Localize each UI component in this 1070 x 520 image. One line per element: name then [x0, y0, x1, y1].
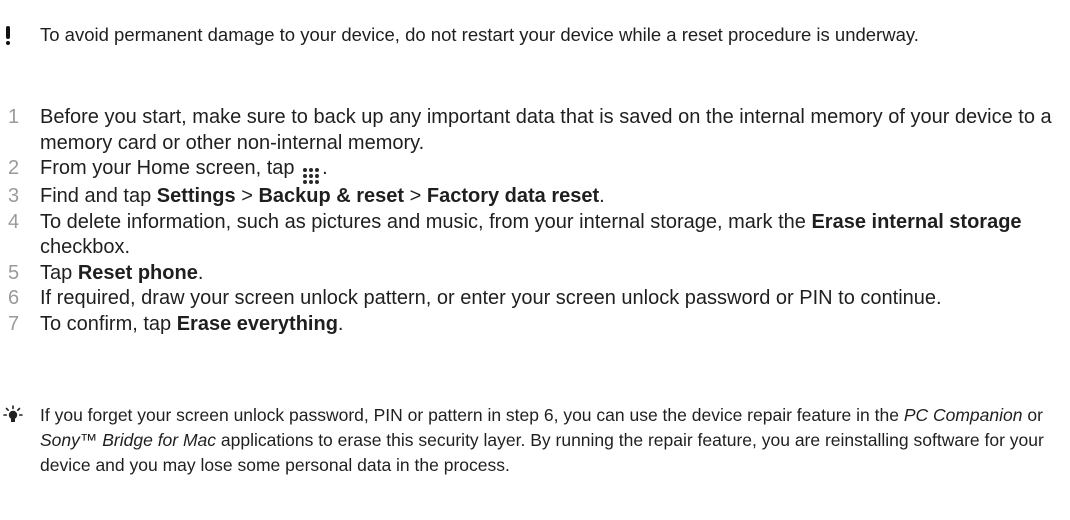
step-text: From your Home screen, tap [40, 157, 301, 179]
step-text: or [1022, 405, 1043, 425]
step-item: 4 To delete information, such as pictures… [0, 210, 1070, 261]
step-text: > [235, 185, 259, 207]
step-item: 2 From your Home screen, tap . [0, 156, 1070, 184]
ui-term: Backup & reset [258, 185, 405, 207]
step-item: 6 If required, draw your screen unlock pa… [0, 286, 1070, 312]
reset-steps-list: 1 Before you start, make sure to back up … [0, 105, 1070, 337]
step-item: 3 Find and tap Settings > Backup & reset … [0, 184, 1070, 210]
step-text: . [197, 261, 204, 284]
step-number: 3 [8, 185, 20, 207]
ui-term: Reset phone [77, 261, 198, 284]
step-text: Find and tap [40, 185, 157, 207]
step-number: 7 [8, 312, 20, 335]
step-text: . [337, 312, 344, 335]
step-item: 7 To confirm, tap Erase everything. [0, 312, 1070, 338]
step-text: > [404, 185, 427, 207]
ui-term: Erase everything [176, 312, 338, 335]
step-text: To confirm, tap [40, 312, 177, 335]
step-item: 5 Tap Reset phone. [0, 261, 1070, 287]
step-item: 1 Before you start, make sure to back up … [0, 105, 1070, 156]
step-number: 5 [8, 261, 20, 284]
step-text: Tap [40, 261, 78, 284]
ui-term: Settings [156, 185, 236, 207]
warning-text: To avoid permanent damage to your device… [40, 24, 919, 45]
step-text: Before you start, make sure to back up a… [40, 106, 1052, 154]
step-text: . [322, 157, 328, 179]
exclamation-icon [6, 22, 10, 45]
ui-term: Erase internal storage [811, 210, 1022, 233]
app-name: Sony™ Bridge for Mac [40, 430, 217, 450]
apps-grid-icon [303, 168, 320, 184]
app-name: PC Companion [903, 405, 1023, 425]
ui-term: Factory data reset [426, 185, 600, 207]
tip-text: If you forget your screen unlock passwor… [40, 403, 1060, 478]
step-text: To delete information, such as pictures … [40, 210, 812, 233]
lightbulb-tip-icon [3, 405, 23, 430]
step-text: checkbox. [40, 236, 131, 258]
step-text: If you forget your screen unlock passwor… [40, 405, 904, 425]
step-text: . [599, 185, 605, 207]
step-text: If required, draw your screen unlock pat… [40, 287, 942, 309]
step-number: 1 [8, 106, 20, 128]
step-number: 4 [8, 210, 20, 233]
step-number: 2 [8, 157, 20, 179]
step-number: 6 [8, 287, 20, 309]
